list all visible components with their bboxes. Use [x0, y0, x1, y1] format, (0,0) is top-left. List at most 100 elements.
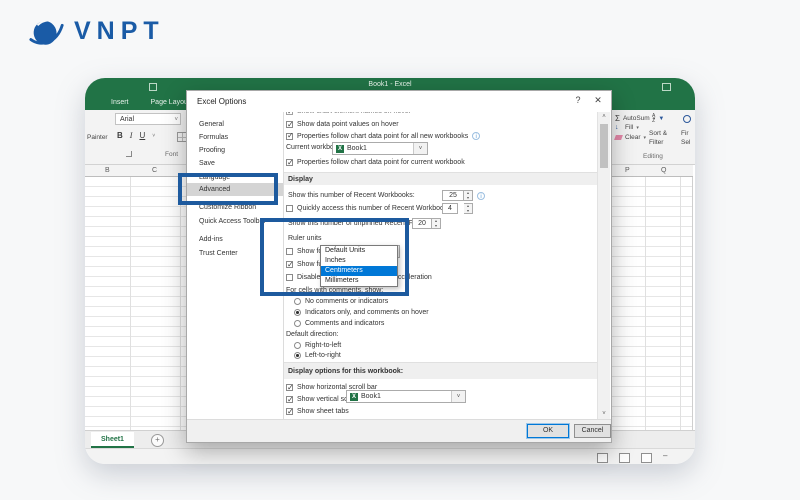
- help-button[interactable]: ?: [571, 95, 585, 105]
- chevron-down-icon: ˅: [174, 117, 178, 123]
- find-select-icon[interactable]: [683, 115, 691, 123]
- zoom-out-button[interactable]: –: [663, 451, 667, 460]
- column-header-q[interactable]: Q: [661, 167, 666, 174]
- column-header-b[interactable]: B: [105, 167, 110, 174]
- grid-line: [180, 177, 181, 430]
- radio-label: Right-to-left: [305, 342, 342, 349]
- close-icon[interactable]: ✕: [591, 95, 605, 106]
- radio-button[interactable]: [294, 298, 301, 305]
- tab-page-layout[interactable]: Page Layout: [151, 99, 190, 106]
- chevron-down-icon[interactable]: ˅: [451, 391, 465, 402]
- sort-filter-label-2[interactable]: Filter: [649, 139, 663, 146]
- nav-general[interactable]: General: [187, 118, 283, 131]
- checkbox-row[interactable]: Properties follow chart data point for c…: [286, 158, 465, 167]
- sort-filter-icon[interactable]: AZ ▼: [652, 114, 664, 124]
- scrollbar-thumb[interactable]: [600, 124, 608, 168]
- ok-button[interactable]: OK: [526, 423, 570, 439]
- radio-button[interactable]: [294, 320, 301, 327]
- display-section-header: Display: [284, 172, 597, 185]
- radio-row[interactable]: No comments or indicators: [294, 298, 388, 305]
- excel-file-icon: X: [350, 392, 358, 401]
- checkbox[interactable]: [286, 395, 294, 404]
- fill-down-icon: ↓: [615, 124, 619, 131]
- checkbox-row[interactable]: Show fu: [286, 260, 322, 269]
- workbook-combobox[interactable]: X Book1 ˅: [346, 390, 466, 403]
- radio-row[interactable]: Right-to-left: [294, 342, 341, 349]
- autosum-button[interactable]: Σ AutoSum ▾: [615, 114, 655, 123]
- radio-button[interactable]: [294, 352, 301, 359]
- excel-options-dialog: Excel Options ? ✕ General Formulas Proof…: [186, 90, 612, 443]
- checkbox[interactable]: [286, 260, 294, 269]
- sheet-tab-sheet1[interactable]: Sheet1: [91, 432, 134, 448]
- nav-trust-center[interactable]: Trust Center: [187, 247, 283, 260]
- font-name-combobox[interactable]: Arial ˅: [115, 113, 181, 125]
- quick-access-row[interactable]: Quickly access this number of Recent Wor…: [286, 205, 453, 212]
- recent-workbooks-input[interactable]: 25: [442, 190, 464, 201]
- checkbox[interactable]: [286, 120, 294, 129]
- format-painter-label[interactable]: Painter: [87, 134, 108, 141]
- tab-insert[interactable]: Insert: [111, 99, 129, 106]
- spinner-control[interactable]: ▴ ▾: [464, 190, 473, 201]
- dropdown-option-centimeters[interactable]: Centimeters: [321, 266, 397, 276]
- fill-button[interactable]: ↓ Fill ▾: [615, 124, 639, 131]
- underline-button[interactable]: U: [139, 131, 145, 140]
- checkbox[interactable]: [286, 407, 294, 416]
- nav-proofing[interactable]: Proofing: [187, 144, 283, 157]
- dropdown-option-inches[interactable]: Inches: [321, 256, 397, 266]
- chevron-down-icon[interactable]: ˅: [413, 143, 427, 154]
- current-workbook-combobox[interactable]: X Book1 ˅: [332, 142, 428, 155]
- checkbox[interactable]: [286, 131, 294, 140]
- page-layout-view-icon[interactable]: [619, 453, 630, 463]
- checkbox[interactable]: [286, 158, 294, 167]
- new-sheet-button[interactable]: +: [151, 434, 164, 447]
- find-select-label-1[interactable]: Fir: [681, 130, 689, 137]
- normal-view-icon[interactable]: [597, 453, 608, 463]
- cancel-button[interactable]: Cancel: [574, 424, 611, 438]
- checkbox[interactable]: [286, 383, 294, 392]
- checkbox-row[interactable]: Show sheet tabs: [286, 407, 349, 416]
- az-sort-icon: AZ: [652, 113, 656, 124]
- radio-button[interactable]: [294, 309, 301, 316]
- checkbox-row[interactable]: Properties follow chart data point for a…: [286, 131, 481, 140]
- spinner-control[interactable]: ▴ ▾: [464, 203, 473, 214]
- find-select-label-2[interactable]: Sel: [681, 139, 690, 146]
- bold-button[interactable]: B: [117, 131, 123, 140]
- dialog-launcher-icon[interactable]: [126, 151, 132, 157]
- radio-button[interactable]: [294, 342, 301, 349]
- italic-button[interactable]: I: [130, 131, 133, 140]
- radio-row[interactable]: Comments and indicators: [294, 320, 384, 327]
- dialog-content: Show chart element names on hover Show d…: [284, 112, 597, 419]
- column-header-p[interactable]: P: [625, 167, 630, 174]
- radio-row[interactable]: Indicators only, and comments on hover: [294, 309, 429, 316]
- scroll-up-icon[interactable]: ˄: [598, 114, 610, 120]
- checkbox-row[interactable]: Show data point values on hover: [286, 120, 399, 129]
- checkbox[interactable]: [286, 248, 293, 255]
- nav-customize-ribbon[interactable]: Customize Ribbon: [187, 201, 283, 214]
- column-header-c[interactable]: C: [152, 167, 157, 174]
- quick-access-input[interactable]: 4: [442, 203, 458, 214]
- checkbox-row[interactable]: Show for: [286, 248, 325, 255]
- nav-save[interactable]: Save: [187, 157, 283, 170]
- dialog-scrollbar[interactable]: ˄ ˅: [597, 112, 610, 419]
- nav-add-ins[interactable]: Add-ins: [187, 233, 283, 246]
- clear-button[interactable]: Clear ▾: [614, 134, 646, 141]
- font-group-label: Font: [165, 151, 179, 158]
- page-break-view-icon[interactable]: [641, 453, 652, 463]
- ruler-units-dropdown-list: Default Units Inches Centimeters Millime…: [320, 245, 398, 287]
- nav-quick-access-toolbar[interactable]: Quick Access Toolbar: [187, 215, 283, 228]
- dropdown-option-default-units[interactable]: Default Units: [321, 246, 397, 256]
- underline-dropdown-icon[interactable]: ˅: [152, 133, 155, 139]
- unpinned-input[interactable]: 20: [412, 218, 432, 229]
- spinner-control[interactable]: ▴ ▾: [432, 218, 441, 229]
- sort-filter-label-1[interactable]: Sort &: [649, 130, 667, 137]
- scroll-down-icon[interactable]: ˅: [598, 411, 610, 417]
- radio-row[interactable]: Left-to-right: [294, 352, 341, 359]
- recent-workbooks-input-group: 25 ▴ ▾ i: [442, 190, 485, 201]
- nav-formulas[interactable]: Formulas: [187, 131, 283, 144]
- checkbox[interactable]: [286, 274, 293, 281]
- checkbox[interactable]: [286, 112, 294, 116]
- checkbox[interactable]: [286, 205, 293, 212]
- nav-advanced[interactable]: Advanced: [187, 183, 283, 196]
- ribbon-display-options-icon[interactable]: [662, 83, 671, 91]
- dropdown-option-millimeters[interactable]: Millimeters: [321, 276, 397, 286]
